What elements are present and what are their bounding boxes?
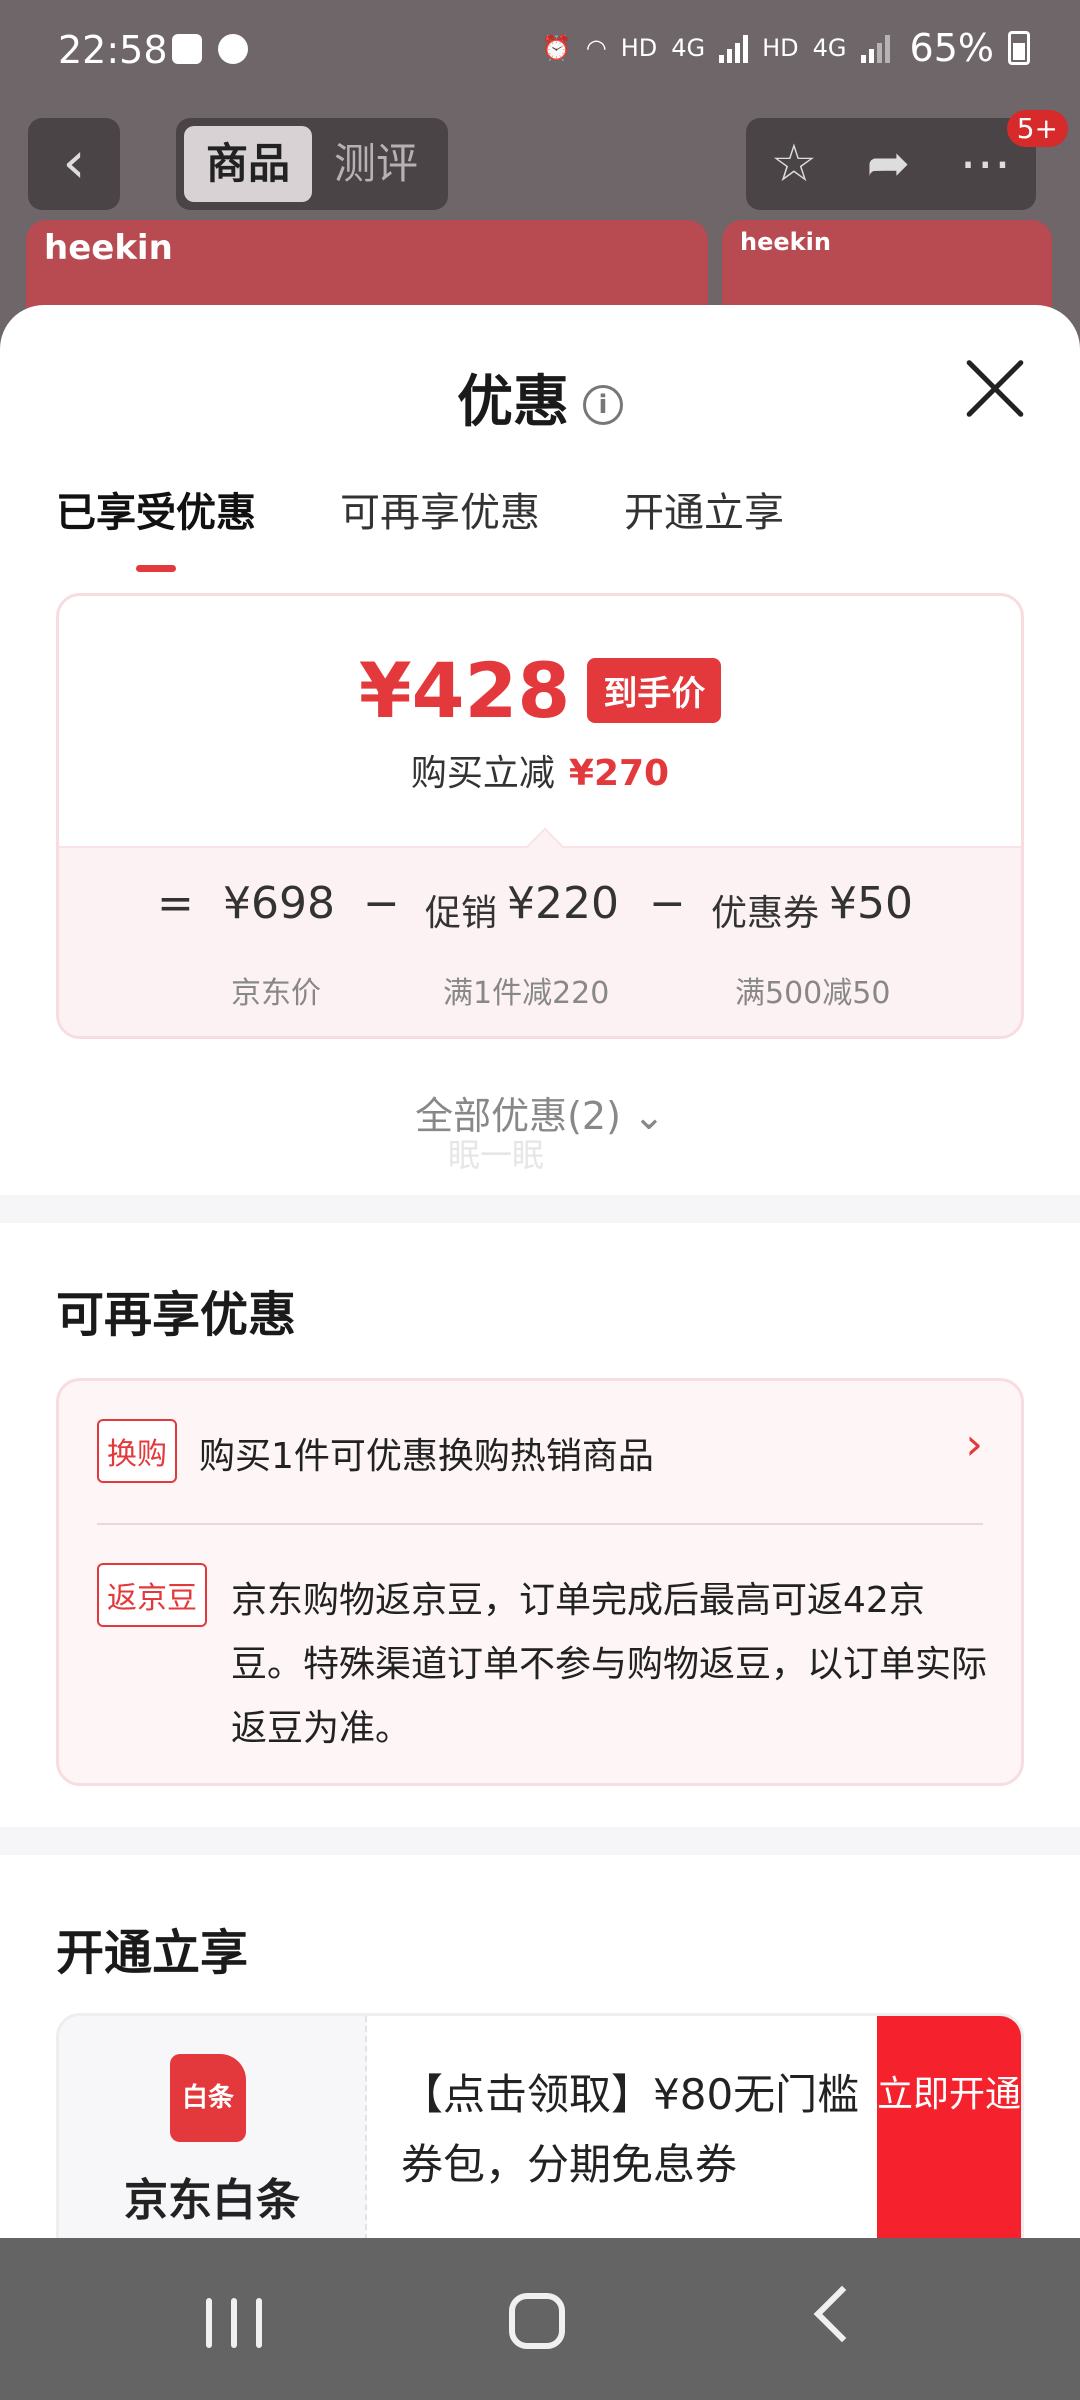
signal-bars-2-icon (860, 33, 890, 63)
close-button[interactable] (964, 357, 1026, 419)
recent-apps-icon[interactable] (206, 2298, 262, 2348)
tab-review[interactable]: 测评 (312, 126, 440, 202)
chevron-left-icon: ‹ (62, 128, 86, 196)
final-price: ¥428 (358, 646, 571, 735)
jingdou-offer-text: 京东购物返京豆，订单完成后最高可返42京豆。特殊渠道订单不参与购物返豆，以订单实… (231, 1580, 988, 1749)
open-section-title: 开通立享 (56, 1925, 249, 1981)
sheet-title: 优惠 i (0, 357, 1080, 438)
minus-sign-2: − (649, 878, 686, 929)
coupon-value: ¥50 (829, 878, 913, 929)
brand-logo-small: heekin (740, 228, 831, 256)
base-price: ¥698 (223, 878, 335, 929)
baitiao-logo-icon: 白条 (170, 2054, 246, 2142)
signal-type-2: 4G (812, 34, 847, 62)
home-icon[interactable] (509, 2293, 565, 2349)
product-tabs: 商品 测评 (176, 118, 448, 210)
breakdown-values: = ¥698 − 促销 ¥220 − 优惠券 ¥50 (59, 878, 1021, 948)
coupon-rule: 满500减50 (735, 976, 891, 1011)
more-discounts-card: 换购 购买1件可优惠换购热销商品 › 返京豆 京东购物返京豆，订单完成后最高可返… (56, 1378, 1024, 1786)
back-button[interactable]: ‹ (28, 118, 120, 210)
signal-type-1: 4G (671, 34, 706, 62)
clock-app-icon (172, 34, 202, 64)
reduce-value: ¥270 (568, 753, 670, 794)
baitiao-description: 【点击领取】¥80无门槛券包，分期免息券 (401, 2070, 860, 2189)
discount-sheet: 优惠 i 已享受优惠 可再享优惠 开通立享 ¥428 到手价 购买立减 ¥270 =… (0, 305, 1080, 2238)
equals-sign: = (157, 878, 194, 929)
battery-icon (1008, 31, 1030, 65)
final-price-row: ¥428 到手价 (59, 646, 1021, 735)
baitiao-brand: 白条 京东白条 (59, 2016, 367, 2238)
share-icon[interactable]: ➦ (867, 134, 911, 194)
wifi-icon: ◠ (585, 34, 607, 62)
coupon-label: 优惠券 (711, 893, 820, 934)
card-divider (97, 1523, 983, 1525)
info-icon[interactable]: i (583, 385, 623, 425)
status-bar: 22:58 ⏰ ◠ HD 4G HD 4G 65% (0, 0, 1080, 100)
baitiao-card[interactable]: 白条 京东白条 【点击领取】¥80无门槛券包，分期免息券 立即开通 (56, 2013, 1024, 2238)
system-nav-bar (0, 2238, 1080, 2400)
chevron-down-icon: ⌄ (633, 1094, 665, 1138)
more-icon[interactable]: ⋯ (959, 134, 1011, 194)
qq-icon (218, 34, 248, 64)
network-label-2: HD (762, 34, 799, 62)
status-time: 22:58 (58, 28, 168, 72)
header-actions: ☆ ➦ ⋯ (746, 118, 1036, 210)
message-badge: 5+ (1006, 110, 1068, 147)
sheet-title-text: 优惠 (457, 370, 569, 435)
signal-bars-icon (719, 33, 749, 63)
final-price-tag: 到手价 (587, 658, 722, 723)
minus-sign-1: − (363, 878, 400, 929)
battery-percent: 65% (909, 26, 994, 70)
reduce-row: 购买立减 ¥270 (59, 744, 1021, 796)
tab-open[interactable]: 开通立享 (624, 480, 784, 538)
brand-logo: heekin (44, 228, 173, 268)
exchange-tag: 换购 (97, 1419, 177, 1483)
open-now-button[interactable]: 立即开通 (877, 2016, 1021, 2238)
promo-rule: 满1件减220 (443, 976, 610, 1011)
breakdown-notch (526, 827, 564, 865)
promo-label: 促销 (425, 893, 498, 934)
network-label: HD (620, 34, 658, 62)
exchange-offer-text: 购买1件可优惠换购热销商品 (199, 1436, 654, 1477)
jingdou-tag: 返京豆 (97, 1563, 207, 1627)
tab-more[interactable]: 可再享优惠 (340, 480, 540, 538)
reduce-label: 购买立减 (410, 753, 555, 794)
watermark: 眠一眠 (448, 1136, 545, 1174)
discount-tabs: 已享受优惠 可再享优惠 开通立享 (56, 480, 784, 538)
back-nav-icon[interactable] (813, 2285, 871, 2343)
product-header: ‹ 商品 测评 ☆ ➦ ⋯ 5+ (0, 110, 1080, 220)
exchange-offer-row[interactable]: 换购 购买1件可优惠换购热销商品 › (97, 1419, 983, 1483)
tab-product[interactable]: 商品 (184, 126, 312, 202)
section-divider (0, 1195, 1080, 1223)
price-breakdown: = ¥698 − 促销 ¥220 − 优惠券 ¥50 京东价 满1件减220 满… (59, 827, 1021, 1036)
baitiao-name: 京东白条 (124, 2175, 300, 2226)
promo-value: ¥220 (507, 878, 619, 929)
chevron-right-icon: › (965, 1419, 983, 1470)
price-card: ¥428 到手价 购买立减 ¥270 = ¥698 − 促销 ¥220 − 优惠券… (56, 593, 1024, 1039)
tab-enjoyed[interactable]: 已享受优惠 (56, 480, 256, 538)
alarm-icon: ⏰ (541, 34, 572, 62)
more-section-title: 可再享优惠 (56, 1287, 297, 1343)
section-divider-2 (0, 1827, 1080, 1855)
star-icon[interactable]: ☆ (771, 134, 818, 194)
base-price-label: 京东价 (231, 976, 321, 1011)
